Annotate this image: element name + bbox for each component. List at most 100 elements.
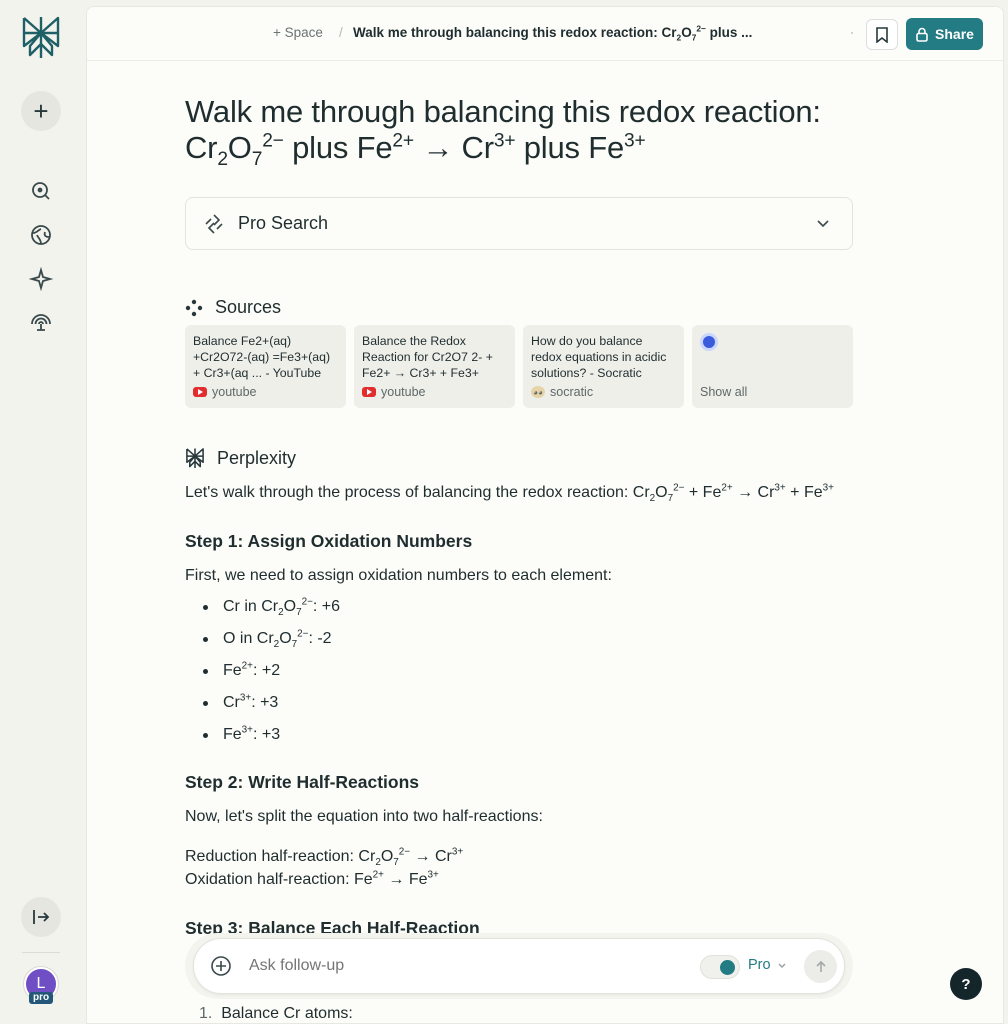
source-card[interactable]: How do you balance redox equations in ac… bbox=[523, 325, 684, 408]
answer-heading-label: Perplexity bbox=[217, 447, 297, 468]
question-title: Walk me through balancing this redox rea… bbox=[185, 94, 821, 171]
numbered-item-text: Balance Cr atoms: bbox=[221, 1005, 353, 1022]
source-site-label: socratic bbox=[550, 385, 594, 399]
source-title: Balance the Redox Reaction for Cr2O7 2- … bbox=[362, 334, 493, 380]
step1-text: First, we need to assign oxidation numbe… bbox=[185, 567, 612, 584]
lock-icon bbox=[916, 27, 928, 42]
sources-list: Balance Fe2+(aq) +Cr2O72-(aq) =Fe3+(aq) … bbox=[185, 325, 853, 408]
share-button[interactable]: Share bbox=[906, 18, 983, 50]
spaces-icon[interactable] bbox=[29, 310, 53, 334]
expand-sidebar-button[interactable] bbox=[21, 897, 61, 937]
arrow-up-icon bbox=[815, 960, 826, 972]
perplexity-icon bbox=[186, 448, 204, 468]
oxidation-number-list: Cr in Cr2O72−: +6 O in Cr2O72−: -2 Fe2+:… bbox=[203, 591, 340, 751]
bullet-label: Cr bbox=[223, 694, 240, 711]
followup-bar: Pro bbox=[193, 938, 845, 994]
breadcrumb-separator: / bbox=[339, 25, 343, 40]
source-title: How do you balance redox equations in ac… bbox=[531, 334, 667, 380]
step1-heading: Step 1: Assign Oxidation Numbers bbox=[185, 531, 473, 551]
bullet-label: Fe bbox=[223, 726, 242, 743]
question-part3: → Cr bbox=[422, 130, 494, 165]
search-icon[interactable] bbox=[29, 179, 53, 203]
sidebar: + L pro bbox=[0, 0, 84, 1024]
pro-search-panel[interactable]: Pro Search bbox=[185, 197, 853, 250]
list-item: Fe3+: +3 bbox=[203, 719, 340, 751]
new-thread-button[interactable]: + bbox=[21, 91, 61, 131]
mode-select[interactable]: Pro bbox=[748, 957, 787, 973]
dot-separator bbox=[851, 32, 853, 34]
source-site: youtube bbox=[362, 385, 425, 399]
pro-search-icon bbox=[205, 214, 223, 234]
bullet-value: : -2 bbox=[308, 630, 332, 647]
answer-intro-text: Let's walk through the process of balanc… bbox=[185, 484, 650, 501]
question-part1: Walk me through balancing this redox rea… bbox=[185, 94, 821, 129]
sidebar-divider bbox=[22, 952, 60, 953]
question-part2: plus Fe bbox=[292, 130, 393, 165]
share-label: Share bbox=[935, 26, 974, 42]
list-item: Cr3+: +3 bbox=[203, 687, 340, 719]
sparkle-icon[interactable] bbox=[29, 267, 53, 291]
chevron-down-icon bbox=[778, 963, 786, 968]
show-all-label: Show all bbox=[700, 385, 748, 399]
oxidation-label: Oxidation half-reaction: Fe bbox=[185, 871, 373, 888]
numbered-marker: 1. bbox=[199, 1005, 222, 1022]
pro-search-label: Pro Search bbox=[238, 213, 329, 233]
thread-title: Walk me through balancing this redox rea… bbox=[353, 23, 753, 43]
chevron-down-icon bbox=[817, 220, 829, 228]
reduction-label: Reduction half-reaction: Cr bbox=[185, 848, 376, 865]
bullet-value: : +2 bbox=[252, 662, 281, 679]
help-button[interactable]: ? bbox=[950, 968, 982, 1000]
socratic-icon: ◕◕ bbox=[531, 386, 545, 398]
perplexity-logo-icon[interactable] bbox=[20, 14, 62, 60]
youtube-icon bbox=[193, 387, 207, 397]
source-site: youtube bbox=[193, 385, 256, 399]
source-title: Balance Fe2+(aq) +Cr2O72-(aq) =Fe3+(aq) … bbox=[193, 334, 331, 380]
mode-label: Pro bbox=[748, 957, 771, 973]
bullet-label: Fe bbox=[223, 662, 242, 679]
list-item: Cr in Cr2O72−: +6 bbox=[203, 591, 340, 623]
bullet-value: : +3 bbox=[251, 694, 279, 711]
bullet-value: : +3 bbox=[252, 726, 281, 743]
plus-icon: + bbox=[33, 95, 49, 126]
show-all-sources-button[interactable]: Show all bbox=[692, 325, 853, 408]
source-card[interactable]: Balance Fe2+(aq) +Cr2O72-(aq) =Fe3+(aq) … bbox=[185, 325, 346, 408]
step2-heading: Step 2: Write Half-Reactions bbox=[185, 772, 420, 792]
pro-badge: pro bbox=[29, 992, 54, 1004]
source-site-label: youtube bbox=[212, 385, 257, 399]
bullet-label: O in Cr bbox=[223, 630, 274, 647]
source-site: ◕◕ socratic bbox=[531, 385, 593, 399]
answer-heading: Perplexity bbox=[185, 447, 296, 469]
avatar-initial: L bbox=[36, 975, 46, 992]
toggle-knob bbox=[720, 960, 735, 975]
answer-intro: Let's walk through the process of balanc… bbox=[185, 482, 834, 505]
sources-icon bbox=[185, 299, 203, 316]
bullet-label: Cr in Cr bbox=[223, 598, 279, 615]
list-item: Fe2+: +2 bbox=[203, 655, 340, 687]
main-panel: + Space / Walk me through balancing this… bbox=[86, 6, 1004, 1024]
thread-title-text: Walk me through balancing this redox rea… bbox=[353, 25, 677, 40]
arrow-right-bar-icon bbox=[33, 910, 50, 924]
globe-icon[interactable] bbox=[29, 223, 53, 247]
oxidation-half-reaction: Oxidation half-reaction: Fe2+ → Fe3+ bbox=[185, 869, 439, 888]
followup-input[interactable] bbox=[249, 957, 669, 975]
thread-title-tail: plus ... bbox=[705, 25, 753, 40]
question-part4: plus Fe bbox=[523, 130, 625, 165]
pro-toggle[interactable] bbox=[700, 955, 740, 979]
show-all-label-wrap: Show all bbox=[700, 385, 747, 399]
submit-button[interactable] bbox=[804, 950, 837, 983]
reduction-half-reaction: Reduction half-reaction: Cr2O72− → Cr3+ bbox=[185, 846, 464, 869]
youtube-icon bbox=[362, 387, 376, 397]
source-favicon-icon bbox=[700, 333, 718, 351]
source-site-label: youtube bbox=[381, 385, 426, 399]
sources-heading-label: Sources bbox=[215, 297, 282, 317]
bookmark-button[interactable] bbox=[866, 19, 898, 50]
bullet-value: : +6 bbox=[312, 598, 341, 615]
attach-plus-icon[interactable] bbox=[210, 955, 232, 977]
step2-text: Now, let's split the equation into two h… bbox=[185, 808, 543, 825]
list-item: O in Cr2O72−: -2 bbox=[203, 623, 340, 655]
bookmark-icon bbox=[876, 26, 888, 43]
top-bar: + Space / Walk me through balancing this… bbox=[87, 7, 1003, 61]
add-to-space-link[interactable]: + Space bbox=[273, 25, 323, 40]
numbered-item: 1. Balance Cr atoms: bbox=[199, 1003, 353, 1023]
source-card[interactable]: Balance the Redox Reaction for Cr2O7 2- … bbox=[354, 325, 515, 408]
